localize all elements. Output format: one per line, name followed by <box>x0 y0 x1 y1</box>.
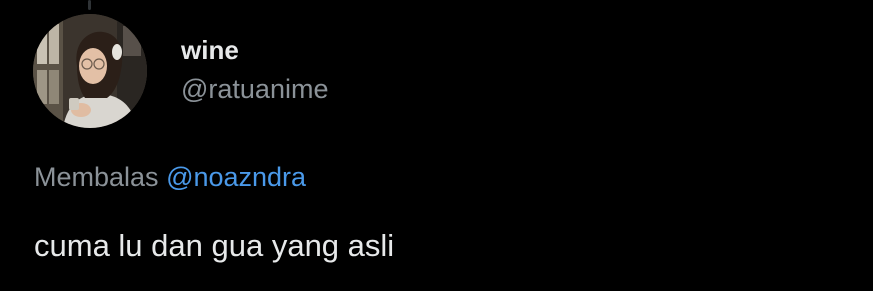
tweet[interactable]: wine @ratuanime Membalas @noazndra cuma … <box>0 0 873 291</box>
tweet-text: cuma lu dan gua yang asli <box>34 228 395 263</box>
reply-mention-link[interactable]: @noazndra <box>166 162 306 192</box>
reply-context: Membalas @noazndra <box>34 160 306 194</box>
avatar[interactable] <box>33 14 147 128</box>
author-display-name[interactable]: wine <box>181 34 239 66</box>
avatar-photo-icon <box>33 14 147 128</box>
author-handle[interactable]: @ratuanime <box>181 72 328 106</box>
reply-label: Membalas <box>34 162 159 192</box>
